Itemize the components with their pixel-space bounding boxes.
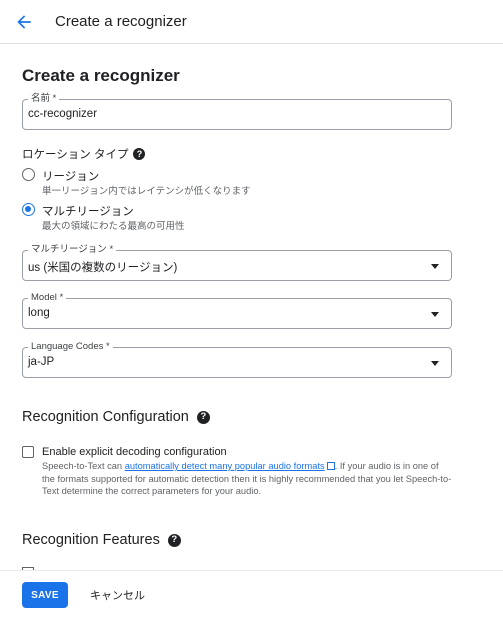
help-icon[interactable]: ? [196, 410, 210, 424]
model-value: long [28, 307, 50, 319]
dropdown-arrow-icon [431, 312, 439, 317]
audio-formats-link[interactable]: automatically detect many popular audio … [125, 461, 325, 471]
language-codes-label: Language Codes * [28, 341, 113, 353]
help-icon[interactable]: ? [133, 148, 146, 160]
help-text-prefix: Speech-to-Text can [42, 461, 125, 471]
explicit-decoding-help: Speech-to-Text can automatically detect … [42, 460, 452, 498]
radio-multi-region[interactable] [22, 203, 35, 216]
top-bar: Create a recognizer [0, 0, 503, 44]
header-title: Create a recognizer [55, 13, 187, 30]
name-field-value[interactable]: cc-recognizer [28, 108, 97, 120]
name-field[interactable]: 名前 * cc-recognizer [22, 93, 452, 130]
model-select[interactable]: Model * long [22, 292, 452, 329]
location-type-text: ロケーション タイプ [22, 149, 129, 161]
multi-region-label: マルチリージョン * [28, 244, 117, 256]
explicit-decoding-checkbox[interactable] [22, 446, 34, 458]
external-link-icon [326, 461, 335, 470]
recognition-features-heading: Recognition Features ? [22, 532, 181, 548]
save-button[interactable]: SAVE [22, 582, 68, 608]
language-codes-select[interactable]: Language Codes * ja-JP [22, 341, 452, 378]
radio-region-description: 単一リージョン内ではレイテンシが低くなります [42, 186, 251, 197]
multi-region-select[interactable]: マルチリージョン * us (米国の複数のリージョン) [22, 244, 452, 281]
model-label: Model * [28, 292, 67, 304]
recognition-features-title: Recognition Features [22, 532, 160, 548]
multi-region-value: us (米国の複数のリージョン) [28, 262, 178, 274]
cancel-button[interactable]: キャンセル [82, 582, 153, 608]
recognition-config-title: Recognition Configuration [22, 409, 189, 425]
page-title: Create a recognizer [22, 66, 180, 85]
radio-region[interactable] [22, 168, 35, 181]
help-icon[interactable]: ? [167, 533, 181, 547]
name-field-label: 名前 * [28, 93, 60, 105]
explicit-decoding-label[interactable]: Enable explicit decoding configuration [42, 446, 227, 458]
location-type-label: ロケーション タイプ ? [22, 146, 146, 162]
radio-multi-region-label[interactable]: マルチリージョン [42, 203, 134, 219]
language-codes-value: ja-JP [28, 356, 55, 368]
dropdown-arrow-icon [431, 264, 439, 269]
radio-region-label[interactable]: リージョン [42, 168, 99, 184]
recognition-config-heading: Recognition Configuration ? [22, 409, 210, 425]
radio-multi-region-description: 最大の領域にわたる最高の可用性 [42, 221, 185, 232]
action-bar [0, 570, 503, 621]
arrow-back-icon[interactable] [14, 12, 34, 32]
dropdown-arrow-icon [431, 361, 439, 366]
